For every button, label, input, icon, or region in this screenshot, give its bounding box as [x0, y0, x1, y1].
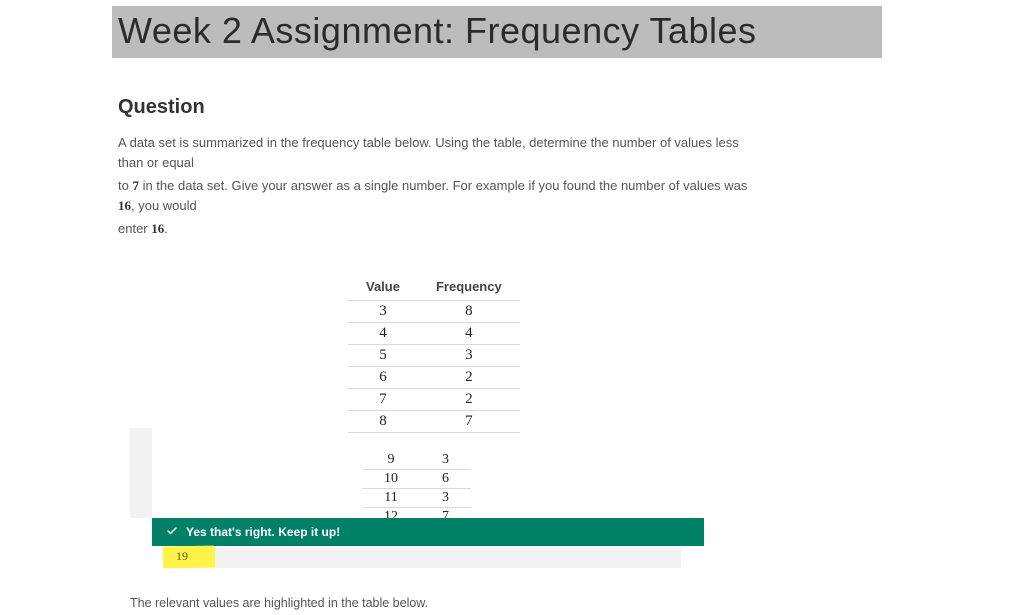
table-row: 5 3: [348, 344, 520, 366]
feedback-banner: Yes that's right. Keep it up!: [152, 518, 704, 546]
table-cell-freq: 3: [420, 488, 471, 507]
question-example-number-2: 16: [151, 221, 164, 236]
table-row: 10 6: [362, 469, 471, 488]
left-side-tab: [130, 428, 152, 518]
table-row: 3 8: [348, 300, 520, 322]
check-icon: [166, 525, 178, 540]
table-cell-freq: 3: [418, 344, 520, 366]
question-line-1: A data set is summarized in the frequenc…: [118, 133, 758, 172]
frequency-table-1-wrap: Value Frequency 3 8 4 4 5 3: [348, 275, 568, 433]
table-cell-value: 5: [348, 344, 418, 366]
frequency-table-2-wrap: 9 3 10 6 11 3 12 7: [362, 451, 482, 527]
table-cell-value: 7: [348, 388, 418, 410]
question-line-2: to 7 in the data set. Give your answer a…: [118, 176, 758, 215]
table-cell-value: 6: [348, 366, 418, 388]
table-cell-freq: 4: [418, 322, 520, 344]
question-block: Question A data set is summarized in the…: [118, 96, 758, 527]
table-cell-value: 11: [362, 488, 420, 507]
table-header-value: Value: [348, 275, 418, 301]
table-row: 9 3: [362, 451, 471, 470]
table-cell-value: 10: [362, 469, 420, 488]
explanation-text: The relevant values are highlighted in t…: [130, 596, 428, 610]
question-text-frag: in the data set. Give your answer as a s…: [139, 178, 747, 193]
table-cell-value: 3: [348, 300, 418, 322]
table-cell-freq: 3: [420, 451, 471, 470]
answer-highlight: [163, 546, 215, 569]
answer-bar: [163, 548, 681, 568]
table-cell-value: 8: [348, 410, 418, 432]
question-heading: Question: [118, 96, 758, 119]
frequency-table-2: 9 3 10 6 11 3 12 7: [362, 451, 471, 527]
feedback-text: Yes that's right. Keep it up!: [186, 525, 340, 539]
question-line-3: enter 16.: [118, 219, 758, 239]
question-text-frag: .: [164, 221, 168, 236]
answer-value: 19: [176, 549, 188, 564]
table-row: 6 2: [348, 366, 520, 388]
page-title-bar: Week 2 Assignment: Frequency Tables: [112, 6, 882, 58]
table-cell-freq: 2: [418, 388, 520, 410]
table-row: 11 3: [362, 488, 471, 507]
table-cell-freq: 7: [418, 410, 520, 432]
table-cell-freq: 2: [418, 366, 520, 388]
page-title: Week 2 Assignment: Frequency Tables: [118, 10, 876, 52]
table-cell-freq: 8: [418, 300, 520, 322]
table-row: 4 4: [348, 322, 520, 344]
table-row: 7 2: [348, 388, 520, 410]
table-cell-value: 4: [348, 322, 418, 344]
table-cell-freq: 6: [420, 469, 471, 488]
question-text-frag: A data set is summarized in the frequenc…: [118, 135, 739, 170]
frequency-table-1: Value Frequency 3 8 4 4 5 3: [348, 275, 520, 433]
table-row: 8 7: [348, 410, 520, 432]
question-example-number: 16: [118, 198, 131, 213]
question-text-frag: , you would: [131, 198, 197, 213]
table-cell-value: 9: [362, 451, 420, 470]
question-text-frag: enter: [118, 221, 151, 236]
table-header-frequency: Frequency: [418, 275, 520, 301]
